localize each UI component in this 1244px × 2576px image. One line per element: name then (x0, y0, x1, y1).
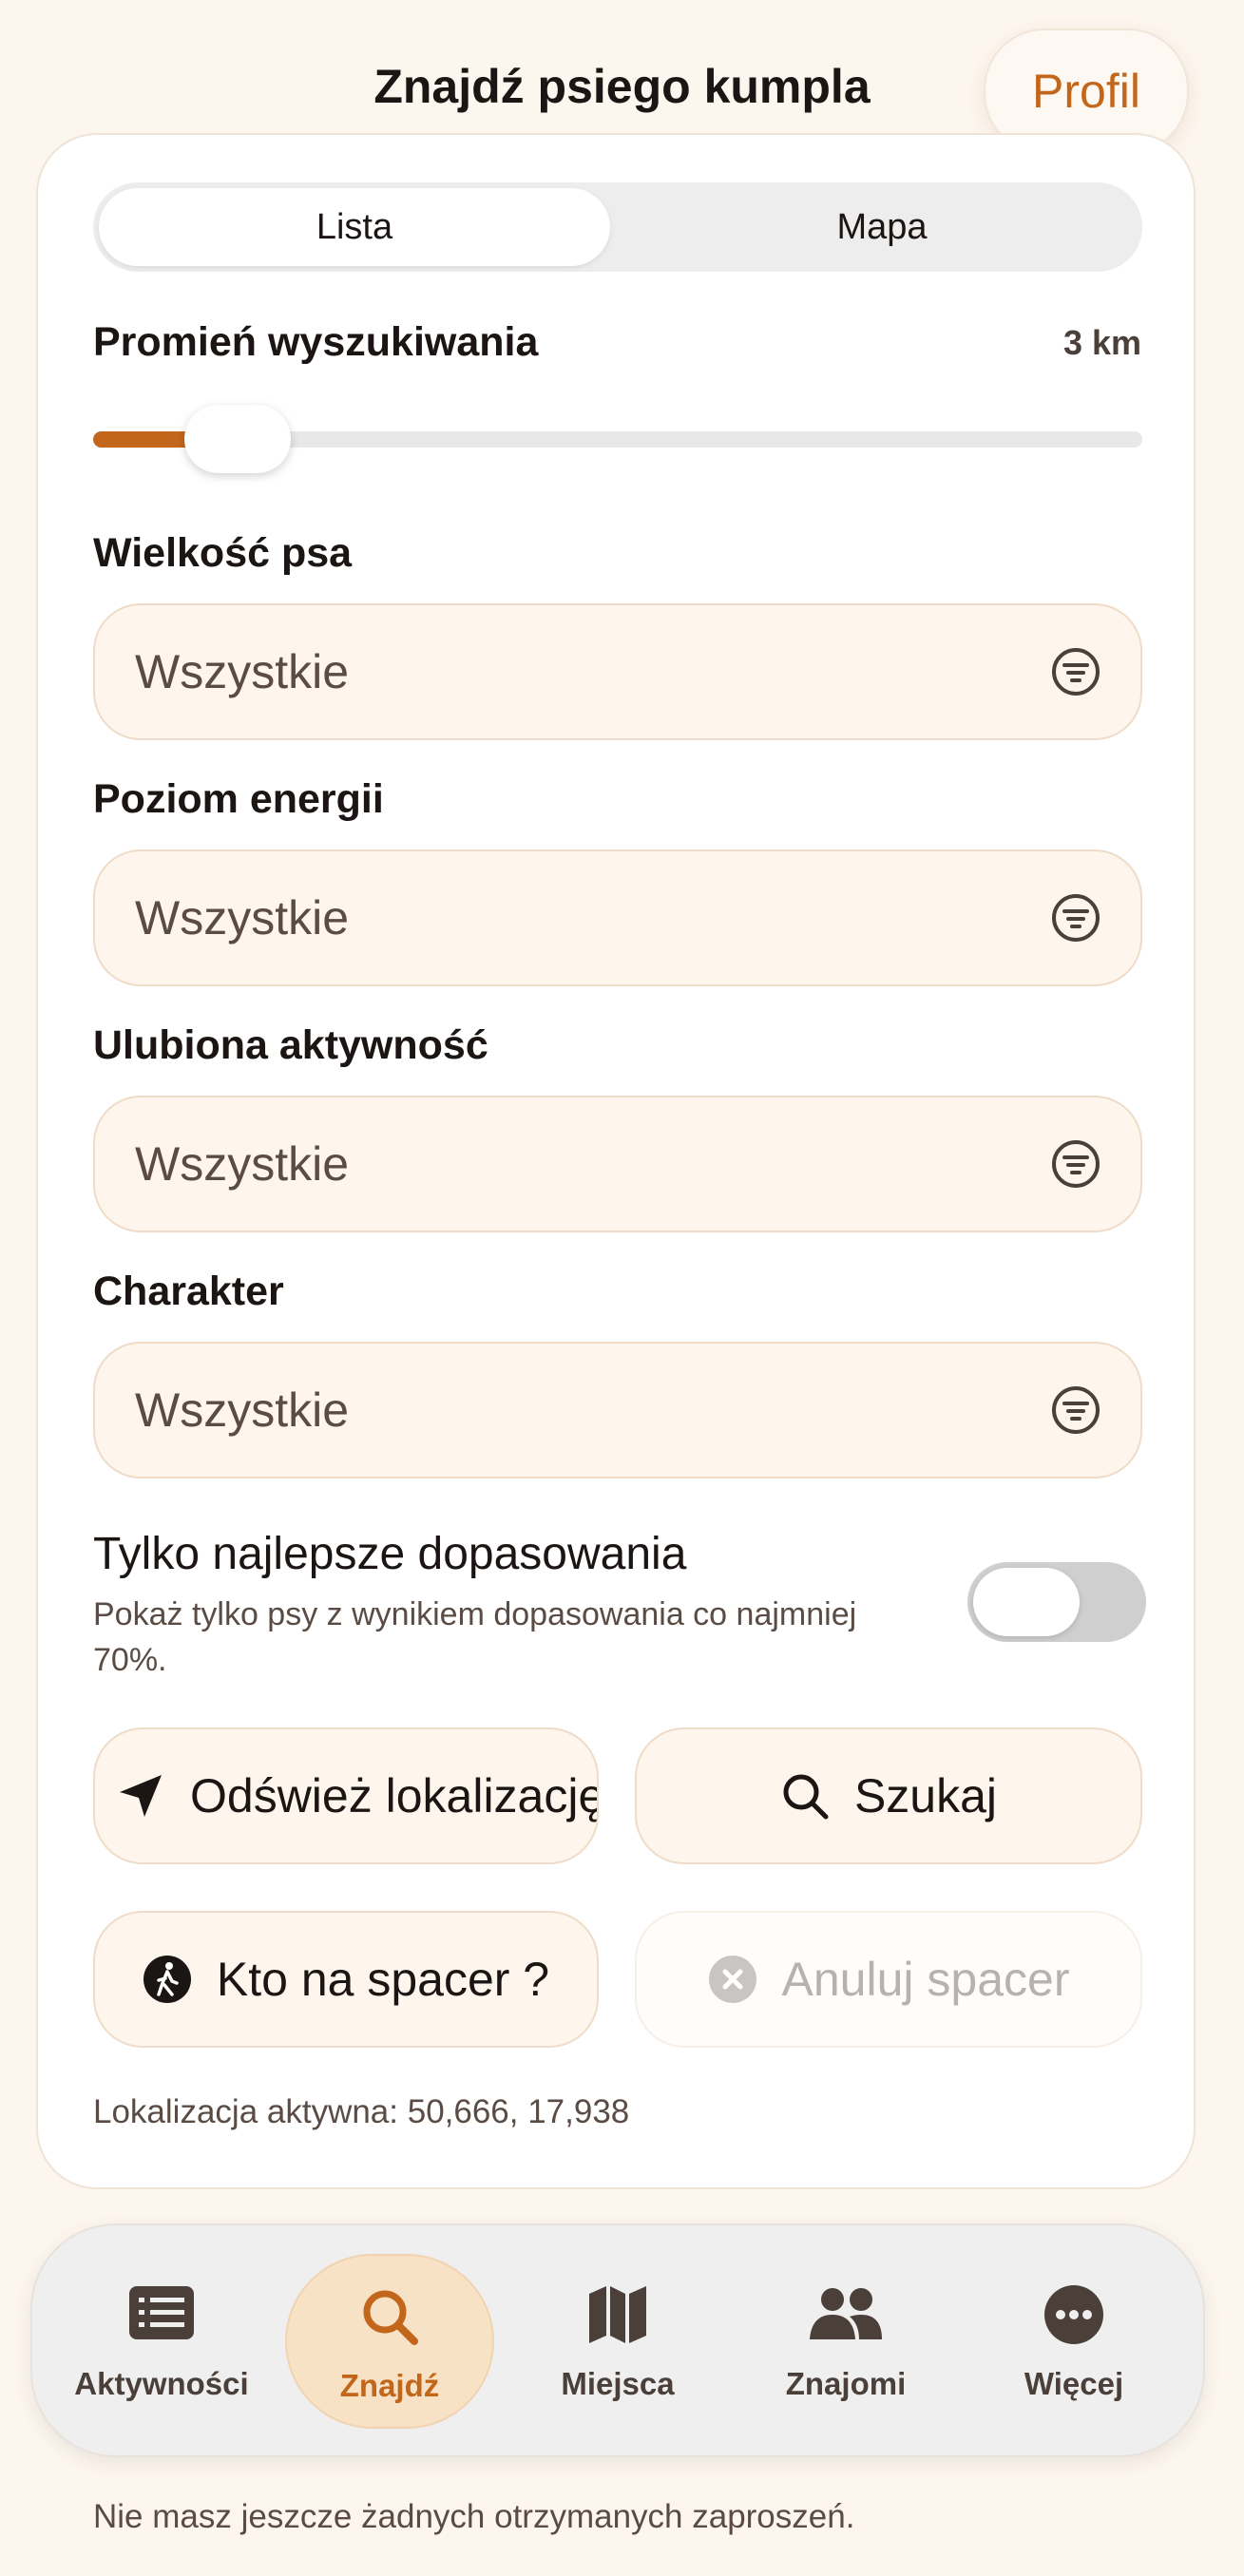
nav-item-more[interactable]: Więcej (969, 2254, 1178, 2429)
view-toggle: Lista Mapa (93, 182, 1142, 272)
activity-select[interactable]: Wszystkie (93, 1096, 1142, 1232)
search-button-label: Szukaj (853, 1769, 998, 1822)
best-matches-toggle[interactable] (967, 1562, 1146, 1642)
search-icon (363, 2290, 418, 2345)
activity-select-value: Wszystkie (135, 1137, 349, 1191)
nav-label-friends: Znajomi (785, 2366, 907, 2401)
tab-map[interactable]: Mapa (622, 182, 1142, 272)
nav-item-places[interactable]: Miejsca (513, 2254, 722, 2429)
bottom-navigation: Aktywności Znajdź Miejsca Znajomi Więcej (30, 2223, 1205, 2457)
character-select[interactable]: Wszystkie (93, 1342, 1142, 1479)
radius-label: Promień wyszukiwania (93, 319, 539, 365)
best-matches-description: Pokaż tylko psy z wynikiem dopasowania c… (93, 1596, 857, 1678)
energy-select-value: Wszystkie (135, 891, 349, 945)
walking-person-icon (143, 1956, 191, 2003)
filter-icon (1052, 648, 1100, 696)
more-icon (1044, 2285, 1103, 2344)
location-arrow-icon (120, 1775, 162, 1817)
radius-value: 3 km (1062, 323, 1141, 362)
search-button[interactable]: Szukaj (635, 1727, 1142, 1864)
size-label: Wielkość psa (93, 530, 353, 576)
nav-item-find[interactable]: Znajdź (285, 2254, 494, 2429)
character-select-value: Wszystkie (135, 1383, 349, 1437)
filter-icon (1052, 894, 1100, 942)
people-icon (810, 2288, 882, 2339)
filter-icon (1052, 1140, 1100, 1188)
tab-list[interactable]: Lista (99, 182, 610, 272)
activity-label: Ulubiona aktywność (93, 1022, 488, 1068)
walk-invite-button[interactable]: Kto na spacer ? (93, 1911, 599, 2048)
nav-item-activities[interactable]: Aktywności (57, 2254, 266, 2429)
walk-invite-label: Kto na spacer ? (216, 1953, 550, 2006)
energy-select[interactable]: Wszystkie (93, 849, 1142, 986)
refresh-location-button[interactable]: Odśwież lokalizację (93, 1727, 599, 1864)
radius-slider-thumb[interactable] (184, 405, 292, 473)
nav-item-friends[interactable]: Znajomi (741, 2254, 950, 2429)
best-matches-title: Tylko najlepsze dopasowania (93, 1529, 687, 1579)
cancel-walk-label: Anuluj spacer (781, 1953, 1070, 2006)
size-select[interactable]: Wszystkie (93, 603, 1142, 740)
close-circle-icon (708, 1956, 756, 2003)
refresh-location-label: Odśwież lokalizację (190, 1769, 599, 1822)
location-status: Lokalizacja aktywna: 50,666, 17,938 (93, 2093, 630, 2130)
size-select-value: Wszystkie (135, 645, 349, 698)
nav-label-places: Miejsca (561, 2366, 675, 2401)
energy-label: Poziom energii (93, 776, 384, 822)
nav-label-find: Znajdź (339, 2368, 440, 2403)
search-icon (783, 1774, 829, 1820)
character-label: Charakter (93, 1269, 284, 1314)
nav-label-more: Więcej (1024, 2366, 1124, 2401)
filter-icon (1052, 1386, 1100, 1434)
nav-label-activities: Aktywności (74, 2366, 249, 2401)
map-icon (589, 2286, 646, 2343)
cancel-walk-button[interactable]: Anuluj spacer (635, 1911, 1142, 2048)
list-icon (129, 2286, 194, 2339)
toggle-knob (973, 1568, 1080, 1636)
invites-empty-note: Nie masz jeszcze żadnych otrzymanych zap… (93, 2498, 855, 2535)
